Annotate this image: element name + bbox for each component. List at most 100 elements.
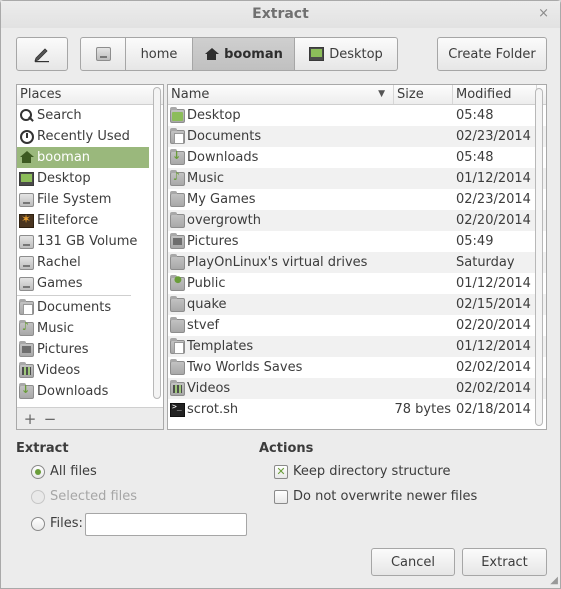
path-booman-label: booman xyxy=(224,46,283,62)
home-icon xyxy=(19,151,34,164)
keep-structure-checkbox[interactable]: ✕ xyxy=(274,464,288,479)
file-row[interactable]: Downloads 05:48 xyxy=(168,147,546,168)
file-row[interactable]: Videos 02/02/2014 xyxy=(168,378,546,399)
file-row[interactable]: stvef 02/20/2014 xyxy=(168,315,546,336)
path-desktop-button[interactable]: Desktop xyxy=(295,37,398,71)
sort-descending-icon: ▼ xyxy=(378,89,385,99)
file-name: Pictures xyxy=(187,234,239,249)
file-row[interactable]: quake 02/15/2014 xyxy=(168,294,546,315)
column-name-label: Name xyxy=(171,87,210,102)
keep-structure-label: Keep directory structure xyxy=(293,464,451,479)
selected-files-option: Selected files xyxy=(31,489,137,504)
place-item-pictures[interactable]: Pictures xyxy=(17,339,149,360)
remove-bookmark-button[interactable]: − xyxy=(41,410,59,428)
folder-desktop-icon xyxy=(170,106,185,123)
file-row[interactable]: My Games 02/23/2014 xyxy=(168,189,546,210)
place-item-file-system[interactable]: File System xyxy=(17,189,149,210)
place-label: Rachel xyxy=(37,255,81,270)
cancel-button[interactable]: Cancel xyxy=(371,548,455,576)
file-list-scrollbar[interactable] xyxy=(535,88,543,426)
place-item-documents[interactable]: Documents xyxy=(17,297,149,318)
folder-downloads-icon xyxy=(170,148,185,165)
file-modified: 05:48 xyxy=(456,150,494,165)
place-item-games[interactable]: Games xyxy=(17,273,149,294)
place-item-search[interactable]: Search xyxy=(17,105,149,126)
place-item-videos[interactable]: Videos xyxy=(17,360,149,381)
recent-icon xyxy=(19,129,34,144)
file-row[interactable]: PlayOnLinux's virtual drives Saturday xyxy=(168,252,546,273)
place-item-131gb-volume[interactable]: 131 GB Volume xyxy=(17,231,149,252)
path-home-label: home xyxy=(140,46,178,62)
drive-icon xyxy=(19,255,34,270)
file-name: Public xyxy=(187,276,226,291)
all-files-label: All files xyxy=(50,464,97,479)
keep-structure-option[interactable]: ✕ Keep directory structure xyxy=(274,464,451,479)
place-label: Downloads xyxy=(37,384,109,399)
file-row[interactable]: Templates 01/12/2014 xyxy=(168,336,546,357)
extract-button[interactable]: Extract xyxy=(462,548,547,576)
create-folder-button[interactable]: Create Folder xyxy=(437,37,547,71)
file-row[interactable]: scrot.sh 78 bytes 02/18/2014 xyxy=(168,399,546,420)
file-row[interactable]: Pictures 05:49 xyxy=(168,231,546,252)
file-name: Music xyxy=(187,171,224,186)
no-overwrite-option[interactable]: Do not overwrite newer files xyxy=(274,489,477,504)
path-booman-button[interactable]: booman xyxy=(193,37,295,71)
place-item-downloads[interactable]: Downloads xyxy=(17,381,149,402)
files-pattern-option[interactable]: Files: xyxy=(31,516,83,531)
places-header: Places xyxy=(17,85,163,105)
selected-files-radio xyxy=(31,489,45,504)
folder-videos-icon xyxy=(19,361,34,378)
path-root-button[interactable] xyxy=(80,37,126,71)
add-bookmark-button[interactable]: + xyxy=(21,410,39,428)
column-modified-header[interactable]: Modified xyxy=(453,85,537,104)
file-modified: Saturday xyxy=(456,255,515,270)
path-desktop-label: Desktop xyxy=(329,46,383,62)
file-modified: 02/20/2014 xyxy=(456,318,531,333)
file-name: Downloads xyxy=(187,150,259,165)
place-item-eliteforce[interactable]: Eliteforce xyxy=(17,210,149,231)
all-files-option[interactable]: All files xyxy=(31,464,97,479)
place-label: File System xyxy=(37,192,112,207)
place-item-booman[interactable]: booman xyxy=(17,147,149,168)
file-name: overgrowth xyxy=(187,213,261,228)
file-modified: 05:48 xyxy=(456,108,494,123)
files-pattern-radio[interactable] xyxy=(31,516,45,531)
file-row[interactable]: Documents 02/23/2014 xyxy=(168,126,546,147)
window-title: Extract xyxy=(252,6,309,22)
place-label: Search xyxy=(37,108,82,123)
extract-section-title: Extract xyxy=(16,441,69,456)
all-files-radio[interactable] xyxy=(31,464,45,479)
folder-public-icon xyxy=(170,274,185,291)
resize-grip-icon[interactable]: ◢ xyxy=(550,575,558,586)
path-home-button[interactable]: home xyxy=(126,37,193,71)
file-modified: 02/02/2014 xyxy=(456,360,531,375)
place-item-recently-used[interactable]: Recently Used xyxy=(17,126,149,147)
no-overwrite-checkbox[interactable] xyxy=(274,489,288,504)
place-item-music[interactable]: Music xyxy=(17,318,149,339)
folder-downloads-icon xyxy=(19,382,34,399)
file-row[interactable]: Music 01/12/2014 xyxy=(168,168,546,189)
file-row[interactable]: Desktop 05:48 xyxy=(168,105,546,126)
close-icon[interactable]: × xyxy=(538,1,549,27)
extract-dialog: Extract × home booman Desktop Create Fol… xyxy=(0,0,561,589)
file-name: My Games xyxy=(187,192,256,207)
column-name-header[interactable]: Name ▼ xyxy=(168,85,394,104)
file-modified: 05:49 xyxy=(456,234,494,249)
home-icon xyxy=(204,47,220,61)
place-label: Videos xyxy=(37,363,81,378)
extract-label: Extract xyxy=(481,554,528,570)
place-item-desktop[interactable]: Desktop xyxy=(17,168,149,189)
folder-pictures-icon xyxy=(170,232,185,249)
game-icon xyxy=(19,212,34,228)
file-row[interactable]: Public 01/12/2014 xyxy=(168,273,546,294)
files-pattern-input[interactable] xyxy=(85,513,247,536)
file-modified: 02/20/2014 xyxy=(456,213,531,228)
file-modified: 01/12/2014 xyxy=(456,171,531,186)
column-size-header[interactable]: Size xyxy=(394,85,453,104)
place-item-rachel[interactable]: Rachel xyxy=(17,252,149,273)
places-scrollbar[interactable] xyxy=(153,87,161,399)
file-name: stvef xyxy=(187,318,220,333)
file-row[interactable]: Two Worlds Saves 02/02/2014 xyxy=(168,357,546,378)
edit-location-button[interactable] xyxy=(16,37,68,71)
file-row[interactable]: overgrowth 02/20/2014 xyxy=(168,210,546,231)
